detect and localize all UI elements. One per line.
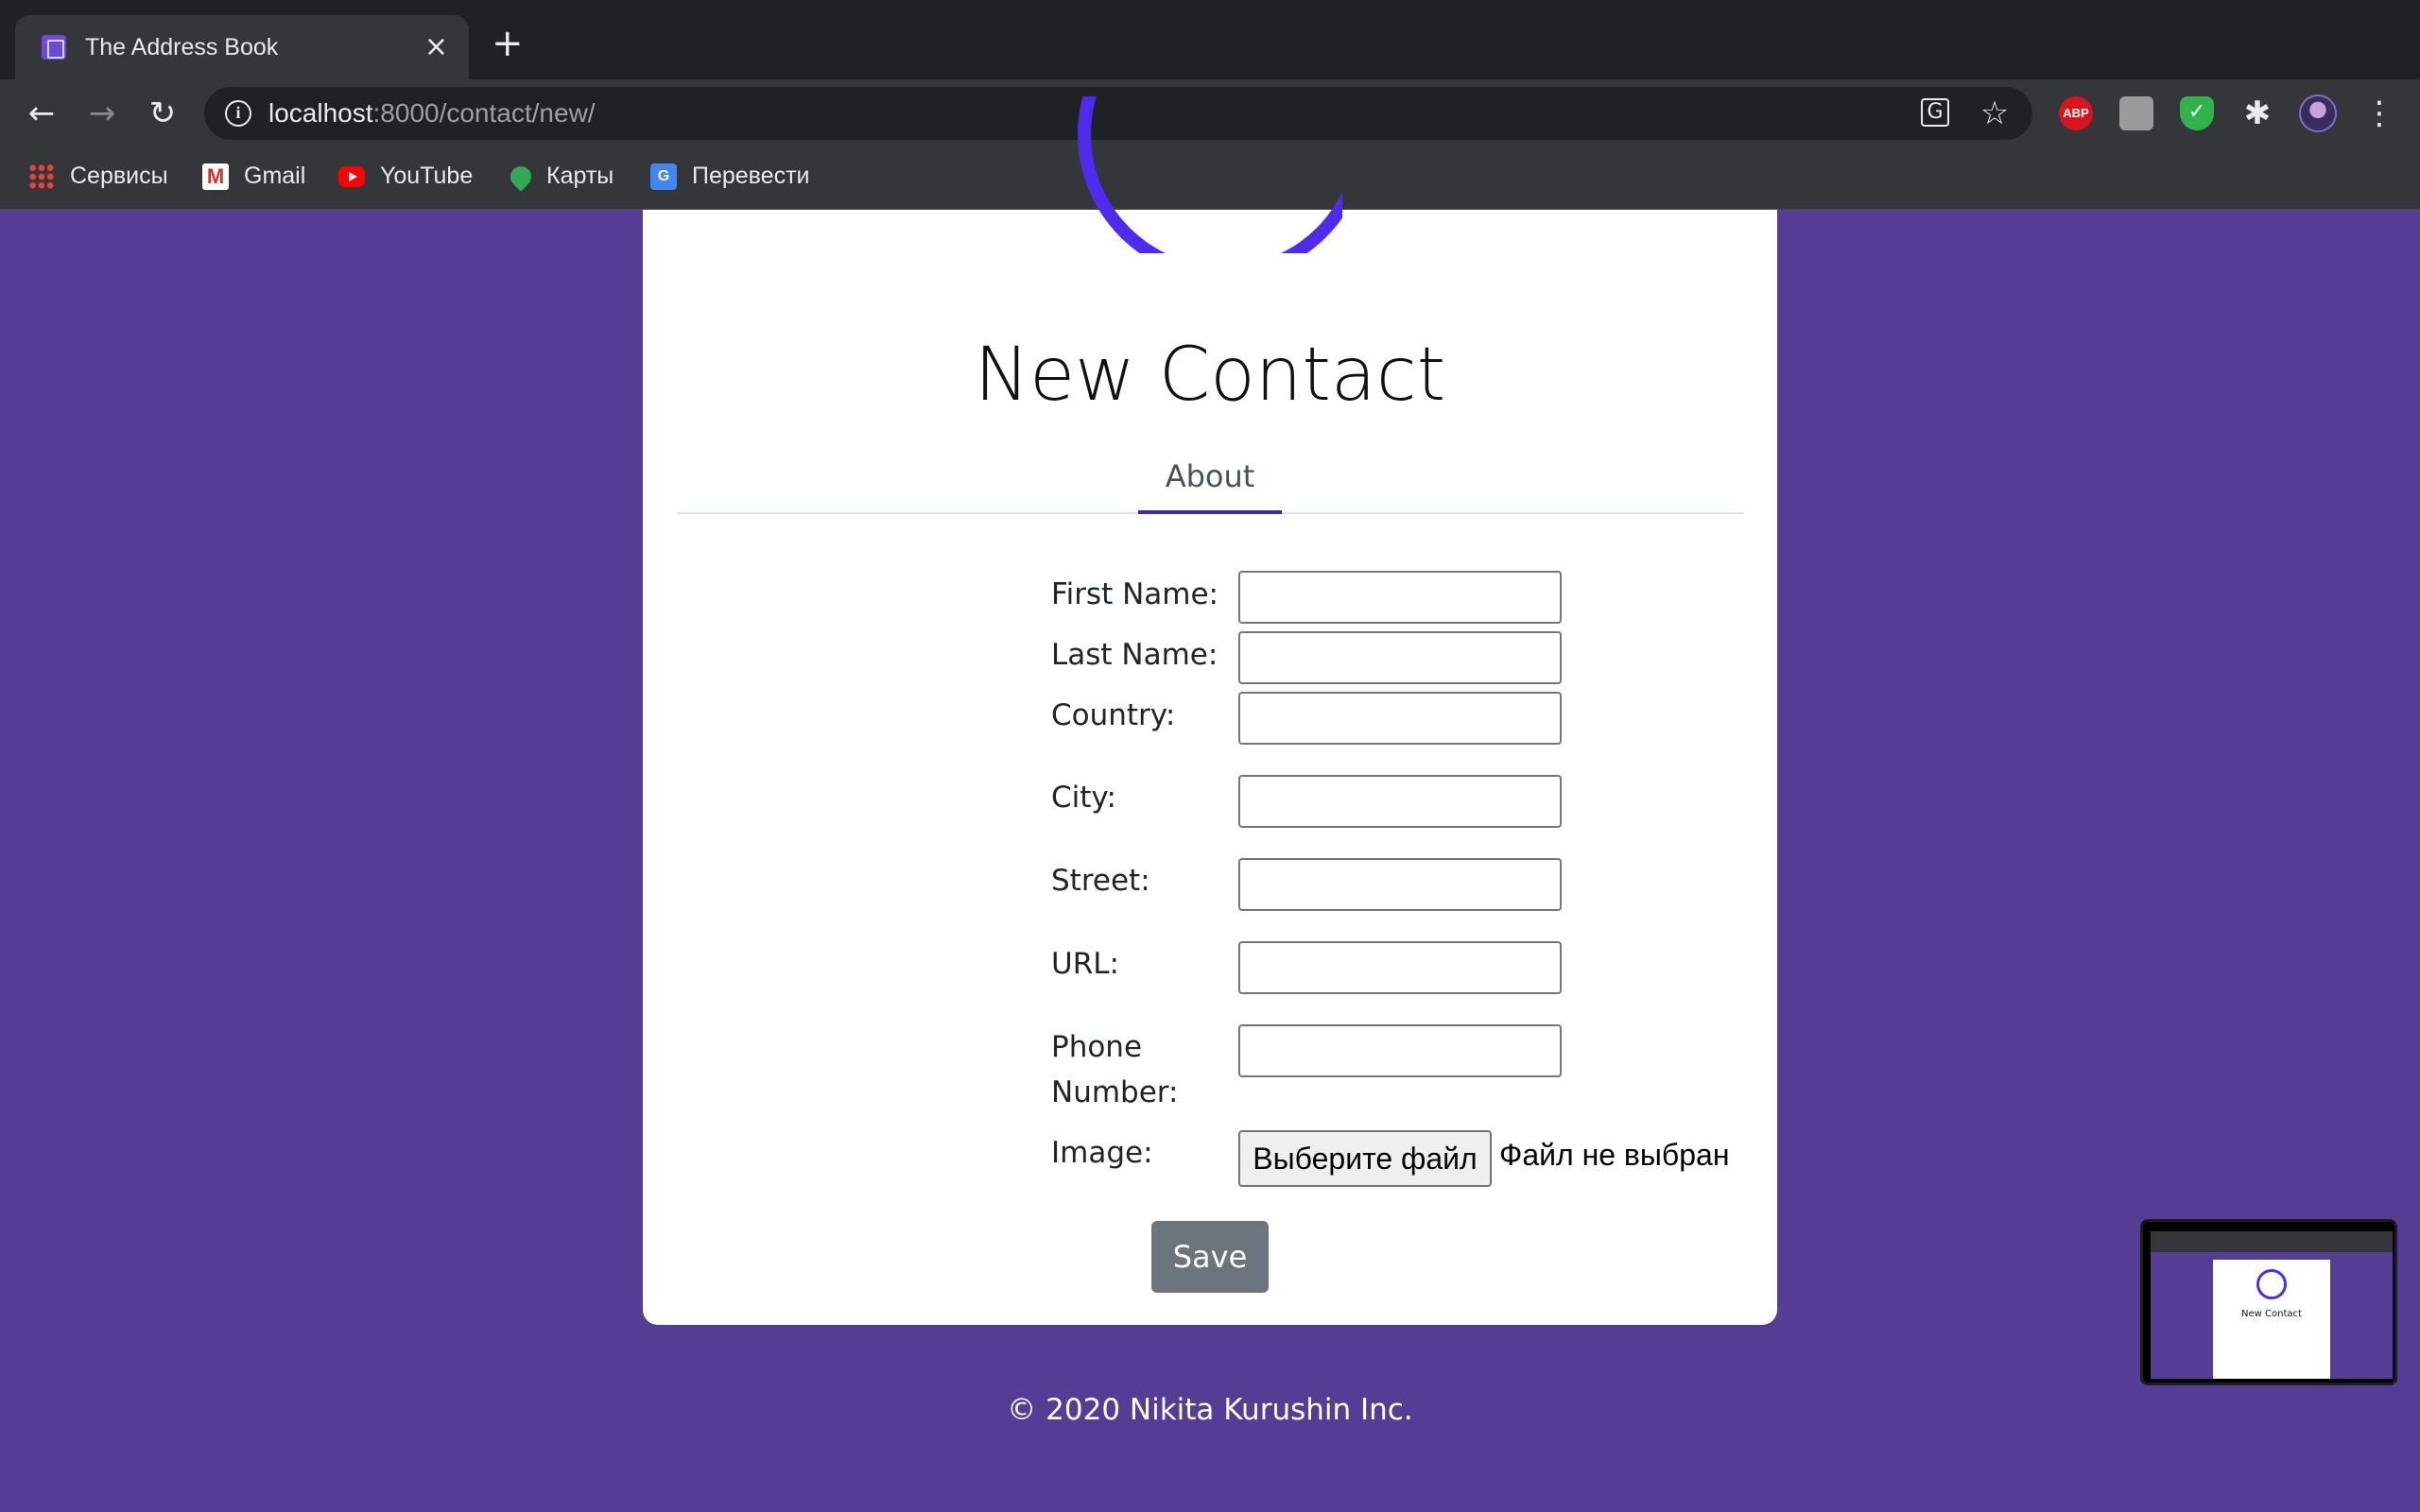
forward-arrow-icon[interactable]: → — [83, 94, 121, 132]
site-info-icon[interactable]: i — [225, 100, 251, 127]
phone-number-label: Phone Number: — [1051, 1030, 1179, 1109]
bookmark-label: Сервисы — [70, 163, 168, 189]
adblock-plus-icon[interactable]: ABP — [2059, 96, 2093, 130]
browser-menu-icon[interactable]: ⋮ — [2363, 94, 2395, 132]
bookmark-gmail[interactable]: Gmail — [202, 163, 305, 190]
phone-number-input[interactable] — [1238, 1024, 1562, 1077]
bookmark-label: Перевести — [692, 163, 810, 189]
picture-in-picture-thumbnail[interactable]: New Contact — [2140, 1219, 2397, 1385]
browser-tab[interactable]: The Address Book × — [15, 15, 469, 79]
apps-grid-icon — [28, 163, 55, 190]
bookmark-youtube[interactable]: YouTube — [338, 163, 473, 190]
reload-icon[interactable]: ↻ — [144, 94, 182, 132]
thumbnail-avatar-icon — [2256, 1269, 2287, 1299]
bookmark-maps[interactable]: Карты — [506, 161, 614, 192]
page-title: New Contact — [974, 333, 1446, 418]
url-label: URL: — [1051, 947, 1119, 981]
last-name-label: Last Name: — [1051, 638, 1219, 672]
back-arrow-icon[interactable]: ← — [23, 94, 60, 132]
tab-bar: About — [677, 437, 1743, 514]
street-input[interactable] — [1238, 858, 1562, 911]
image-label: Image: — [1051, 1136, 1153, 1170]
profile-avatar[interactable] — [2299, 94, 2337, 132]
tab-strip: The Address Book × + — [0, 0, 2420, 79]
city-input[interactable] — [1238, 775, 1562, 828]
thumbnail-title: New Contact — [2241, 1309, 2302, 1319]
url-input[interactable] — [1238, 941, 1562, 994]
extension-touch-icon[interactable] — [2119, 96, 2153, 130]
tab-title: The Address Book — [85, 33, 279, 60]
bookmark-label: Карты — [546, 163, 614, 189]
last-name-input[interactable] — [1238, 631, 1562, 684]
save-button[interactable]: Save — [1151, 1221, 1269, 1293]
city-label: City: — [1051, 781, 1116, 815]
translate-page-icon[interactable]: G — [1921, 98, 1949, 127]
thumbnail-preview: New Contact — [2151, 1231, 2393, 1379]
address-book-favicon-icon — [42, 35, 66, 60]
maps-pin-icon — [506, 161, 536, 192]
street-label: Street: — [1051, 864, 1150, 898]
tab-about[interactable]: About — [1138, 437, 1282, 514]
url-text[interactable]: localhost:8000/contact/new/ — [268, 98, 596, 129]
bookmark-label: Gmail — [244, 163, 306, 189]
bookmark-star-icon[interactable]: ☆ — [1979, 97, 2010, 129]
avatar-circle-icon — [1078, 96, 1342, 253]
footer-copyright: © 2020 Nikita Kurushin Inc. — [1007, 1393, 1413, 1427]
tab-close-icon[interactable]: × — [424, 33, 448, 61]
extensions-puzzle-icon[interactable]: ✱ — [2240, 96, 2274, 130]
bookmark-translate[interactable]: G Перевести — [650, 163, 810, 190]
bookmark-label: YouTube — [380, 163, 474, 189]
bookmark-services[interactable]: Сервисы — [28, 163, 168, 190]
thumbnail-browser-bar — [2151, 1231, 2393, 1252]
first-name-input[interactable] — [1238, 571, 1562, 624]
first-name-label: First Name: — [1051, 577, 1219, 611]
thumbnail-card: New Contact — [2213, 1260, 2330, 1379]
country-input[interactable] — [1238, 692, 1562, 745]
file-status-text: Файл не выбран — [1499, 1138, 1730, 1172]
new-tab-icon[interactable]: + — [492, 25, 524, 62]
shield-extension-icon[interactable]: ✓ — [2180, 96, 2214, 130]
youtube-icon — [338, 165, 365, 187]
gmail-icon — [202, 163, 229, 190]
country-label: Country: — [1051, 698, 1176, 732]
google-translate-icon: G — [650, 163, 677, 190]
choose-file-button[interactable]: Выберите файл — [1238, 1130, 1492, 1187]
